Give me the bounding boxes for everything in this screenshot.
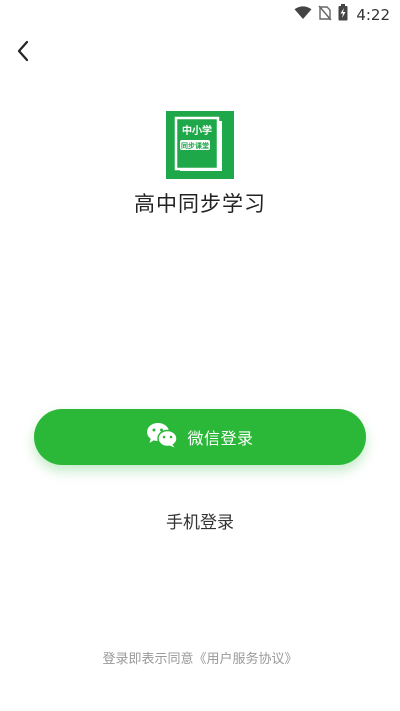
back-button[interactable]	[8, 38, 38, 68]
status-bar: 4:22	[0, 0, 400, 28]
status-time: 4:22	[356, 5, 390, 24]
chevron-left-icon	[16, 40, 30, 66]
wechat-icon	[146, 422, 179, 452]
wifi-icon	[294, 5, 312, 24]
user-agreement-link[interactable]: 《用户服务协议》	[194, 652, 298, 667]
status-icons: 4:22	[294, 4, 390, 25]
no-sim-icon	[318, 5, 332, 25]
wechat-login-label: 微信登录	[187, 429, 254, 448]
logo-badge-text: 同步课堂	[181, 141, 209, 150]
login-screen: 4:22 中小学 同步课堂 高中同步学习 微信登录 手机登录 登录即表示同意《用…	[0, 0, 400, 711]
app-name: 高中同步学习	[134, 192, 266, 216]
app-logo: 中小学 同步课堂	[166, 111, 234, 179]
battery-charging-icon	[338, 4, 348, 25]
agreement-prefix: 登录即表示同意	[102, 652, 194, 667]
logo-top-text: 中小学	[182, 124, 212, 137]
phone-login-link[interactable]: 手机登录	[0, 508, 400, 533]
agreement-text: 登录即表示同意《用户服务协议》	[0, 648, 400, 667]
wechat-login-button[interactable]: 微信登录	[34, 409, 366, 465]
